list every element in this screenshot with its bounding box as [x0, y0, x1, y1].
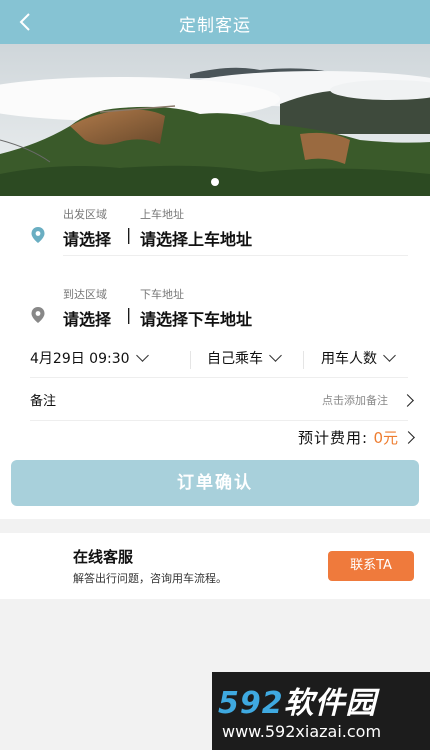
departure-address-select[interactable]: 请选择上车地址: [140, 226, 252, 250]
ride-type-select[interactable]: 自己乘车: [207, 348, 282, 368]
location-pin-icon: [31, 227, 45, 243]
banner-carousel[interactable]: [0, 44, 430, 196]
trip-options-row: 4月29日 09:30 自己乘车 用车人数: [0, 342, 430, 378]
ride-type-value: 自己乘车: [207, 351, 263, 367]
watermark-logo: 592软件园 www.592xiazai.com: [212, 672, 430, 750]
divider: [303, 351, 304, 369]
page-title: 定制客运: [179, 16, 251, 36]
fee-row[interactable]: 预计费用: 0元: [0, 422, 430, 452]
fee-label: 预计费用:: [297, 429, 368, 447]
datetime-value: 4月29日 09:30: [30, 351, 130, 367]
chevron-down-icon: [135, 349, 149, 362]
header-bar: 定制客运: [0, 0, 430, 44]
arrival-region-caption: 到达区域: [63, 288, 107, 301]
chevron-right-icon: [401, 394, 414, 407]
watermark-brand: 592软件园: [218, 678, 377, 722]
passenger-count-value: 用车人数: [321, 351, 377, 367]
location-pin-icon: [31, 307, 45, 323]
arrival-row[interactable]: 到达区域 下车地址 请选择 | 请选择下车地址: [0, 276, 430, 336]
chevron-right-icon: [402, 431, 415, 444]
divider: [30, 420, 408, 421]
service-title: 在线客服: [73, 548, 134, 566]
divider: [30, 377, 408, 378]
service-description: 解答出行问题，咨询用车流程。: [73, 572, 227, 585]
carousel-indicator-dot[interactable]: [211, 178, 219, 186]
departure-region-select[interactable]: 请选择: [63, 226, 111, 250]
remark-row[interactable]: 备注 点击添加备注: [0, 380, 430, 420]
datetime-picker[interactable]: 4月29日 09:30: [30, 348, 149, 368]
chevron-down-icon: [383, 349, 396, 362]
divider: [190, 351, 191, 369]
arrival-separator: |: [126, 305, 132, 324]
watermark-brand-text: 软件园: [283, 686, 377, 721]
booking-form: 出发区域 上车地址 请选择 | 请选择上车地址 到达区域 下车地址 请选择 | …: [0, 196, 430, 519]
departure-separator: |: [126, 225, 132, 244]
online-service-card: 在线客服 解答出行问题，咨询用车流程。 联系TA: [0, 533, 430, 599]
mountain-banner-image: [0, 44, 430, 196]
remark-label: 备注: [30, 394, 57, 409]
departure-region-caption: 出发区域: [63, 208, 107, 221]
arrival-region-select[interactable]: 请选择: [63, 306, 111, 330]
departure-address-caption: 上车地址: [140, 208, 184, 221]
app-screen: 定制客运 出发区域 上车地址 请选择 | 请选择上车地址 到达区域 下车地址 请…: [0, 0, 430, 750]
fee-amount: 0元: [373, 429, 398, 447]
watermark-number: 592: [218, 686, 284, 721]
remark-hint: 点击添加备注: [322, 394, 388, 407]
arrival-address-caption: 下车地址: [140, 288, 184, 301]
contact-button[interactable]: 联系TA: [328, 551, 414, 581]
departure-row[interactable]: 出发区域 上车地址 请选择 | 请选择上车地址: [0, 196, 430, 256]
divider: [63, 255, 408, 256]
passenger-count-select[interactable]: 用车人数: [321, 348, 396, 368]
arrival-address-select[interactable]: 请选择下车地址: [140, 306, 252, 330]
order-confirm-button[interactable]: 订单确认: [11, 460, 419, 506]
chevron-down-icon: [269, 349, 282, 362]
watermark-url: www.592xiazai.com: [222, 722, 382, 741]
